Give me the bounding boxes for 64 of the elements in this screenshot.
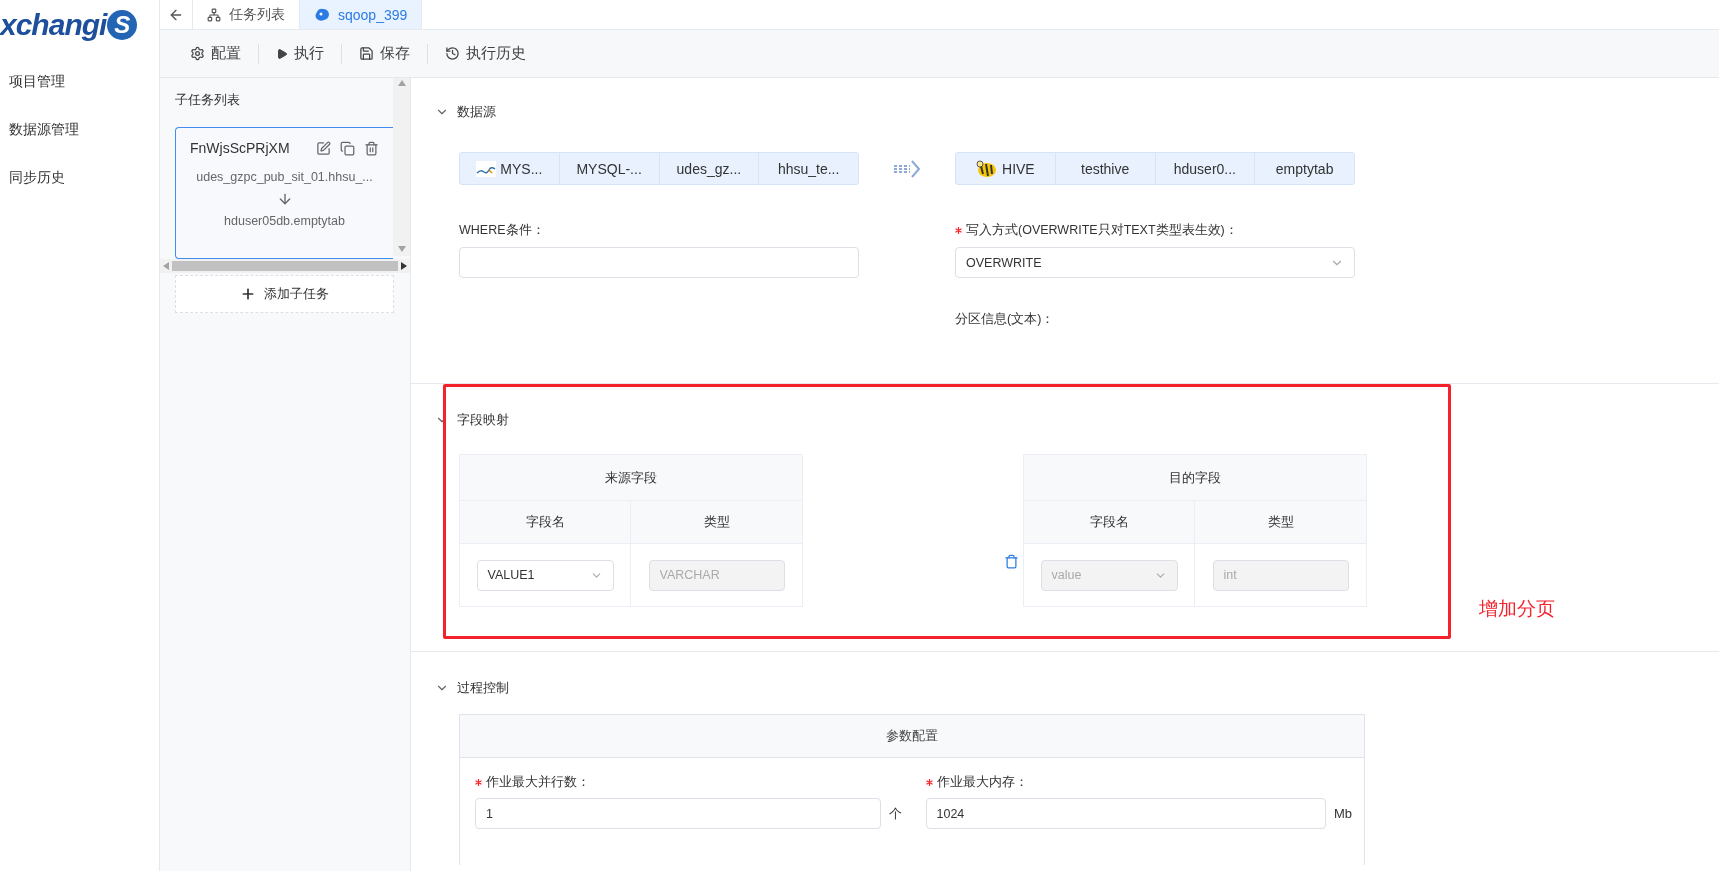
toolbar-button[interactable]: 执行 — [259, 43, 342, 64]
save-icon — [359, 46, 374, 61]
number-input[interactable]: 1 — [475, 798, 881, 829]
path-segment[interactable]: MYS... — [460, 153, 560, 184]
unit-label: 个 — [888, 804, 902, 823]
write-mode-select[interactable]: OVERWRITE — [955, 247, 1355, 278]
column-header: 类型 — [1266, 513, 1295, 531]
path-segment[interactable]: hduser0... — [1155, 153, 1256, 184]
add-subtask-button[interactable]: 添加子任务 — [175, 275, 394, 313]
toolbar-button[interactable]: 保存 — [342, 43, 428, 64]
tab[interactable]: sqoop_399 — [300, 0, 423, 29]
copy-icon[interactable] — [340, 140, 355, 156]
section-title: 过程控制 — [457, 679, 509, 697]
vertical-scrollbar[interactable] — [393, 78, 410, 256]
number-input[interactable]: 1024 — [925, 798, 1326, 829]
path-segment[interactable]: emptytab — [1255, 153, 1354, 184]
toolbar-button[interactable]: 配置 — [190, 43, 259, 64]
nav-item[interactable]: 项目管理 — [0, 58, 159, 106]
subtask-card[interactable]: FnWjsScPRjXM udes_gzpc_pub_sit_01.hhsu_... hduser05db.emptytab — [175, 127, 393, 259]
target-path[interactable]: HIVE testhive hduser0... emptytab — [955, 152, 1355, 185]
toolbar-button[interactable]: 执行历史 — [428, 43, 543, 64]
target-table: hduser05db.emptytab — [224, 214, 345, 228]
field-label: WHERE条件： — [459, 221, 546, 239]
scroll-down-icon[interactable] — [397, 246, 406, 252]
source-path[interactable]: MYS... MYSQL-... udes_gz... hhsu_te... — [459, 152, 859, 185]
field-label: 分区信息(文本)： — [955, 310, 1056, 328]
history-icon — [445, 46, 460, 61]
section-title: 数据源 — [457, 103, 496, 121]
where-input[interactable] — [459, 247, 859, 278]
table-header: 目的字段 — [1024, 455, 1366, 501]
field-label: 作业最大内存： — [936, 773, 1028, 791]
field-label: 作业最大并行数： — [486, 773, 590, 791]
source-table: udes_gzpc_pub_sit_01.hhsu_... — [196, 170, 373, 184]
scroll-left-icon[interactable] — [163, 262, 169, 270]
scroll-up-icon[interactable] — [397, 80, 406, 86]
scroll-right-icon[interactable] — [401, 262, 407, 270]
column-header: 类型 — [702, 513, 731, 531]
path-segment[interactable]: HIVE — [956, 153, 1056, 184]
delete-icon[interactable] — [364, 140, 379, 156]
path-segment[interactable]: MYSQL-... — [559, 153, 660, 184]
field-select[interactable]: VALUE1 — [476, 559, 614, 591]
table-header: 来源字段 — [460, 455, 802, 501]
play-icon — [276, 47, 288, 60]
panel-title: 子任务列表 — [175, 91, 241, 109]
section-title: 字段映射 — [457, 411, 509, 429]
path-segment[interactable]: udes_gz... — [659, 153, 760, 184]
path-segment[interactable]: hhsu_te... — [759, 153, 858, 184]
delete-icon[interactable] — [1004, 554, 1019, 569]
column-header: 字段名 — [460, 501, 631, 543]
sitemap-icon — [207, 7, 221, 22]
column-header: 字段名 — [1024, 501, 1195, 543]
horizontal-scrollbar[interactable] — [160, 259, 410, 273]
path-segment[interactable]: testhive — [1055, 153, 1156, 184]
annotation-text: 增加分页 — [1479, 597, 1555, 621]
bee-icon — [976, 158, 999, 179]
edit-icon[interactable] — [316, 140, 331, 156]
nav-item[interactable]: 同步历史 — [0, 154, 159, 202]
subtask-name: FnWjsScPRjXM — [190, 140, 290, 156]
settings-icon — [190, 46, 205, 61]
field-label: 写入方式(OVERWRITE只对TEXT类型表生效)： — [966, 221, 1238, 239]
nav-item[interactable]: 数据源管理 — [0, 106, 159, 154]
panel-header: 参数配置 — [460, 715, 1364, 758]
unit-label: Mb — [1333, 806, 1352, 821]
plus-icon — [240, 286, 256, 302]
